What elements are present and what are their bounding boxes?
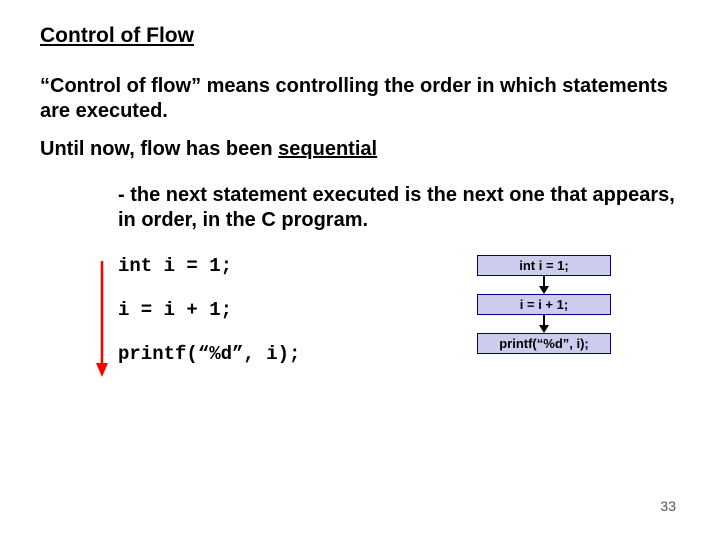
sub-point: - the next statement executed is the nex…: [118, 183, 680, 233]
code-line-3: printf(“%d”, i);: [118, 343, 378, 365]
flow-box-3: printf(“%d”, i);: [477, 333, 611, 354]
down-arrow-icon: [92, 259, 112, 379]
code-area: int i = 1; i = i + 1; printf(“%d”, i); i…: [40, 255, 680, 387]
code-line-1: int i = 1;: [118, 255, 378, 277]
code-listing: int i = 1; i = i + 1; printf(“%d”, i);: [118, 255, 378, 387]
slide: Control of Flow “Control of flow” means …: [0, 0, 720, 387]
flow-arrow-2: [408, 315, 680, 333]
red-arrow-column: [40, 255, 118, 387]
flow-arrow-1: [408, 276, 680, 294]
paragraph-intro: “Control of flow” means controlling the …: [40, 74, 680, 124]
slide-title: Control of Flow: [40, 24, 680, 48]
seq-prefix: Until now, flow has been: [40, 138, 278, 160]
paragraph-sequential: Until now, flow has been sequential: [40, 138, 680, 161]
seq-word: sequential: [278, 138, 377, 160]
page-number: 33: [660, 498, 676, 514]
flow-diagram: int i = 1; i = i + 1; printf(“%d”, i);: [378, 255, 680, 387]
flow-box-1: int i = 1;: [477, 255, 611, 276]
flow-box-2: i = i + 1;: [477, 294, 611, 315]
code-line-2: i = i + 1;: [118, 299, 378, 321]
